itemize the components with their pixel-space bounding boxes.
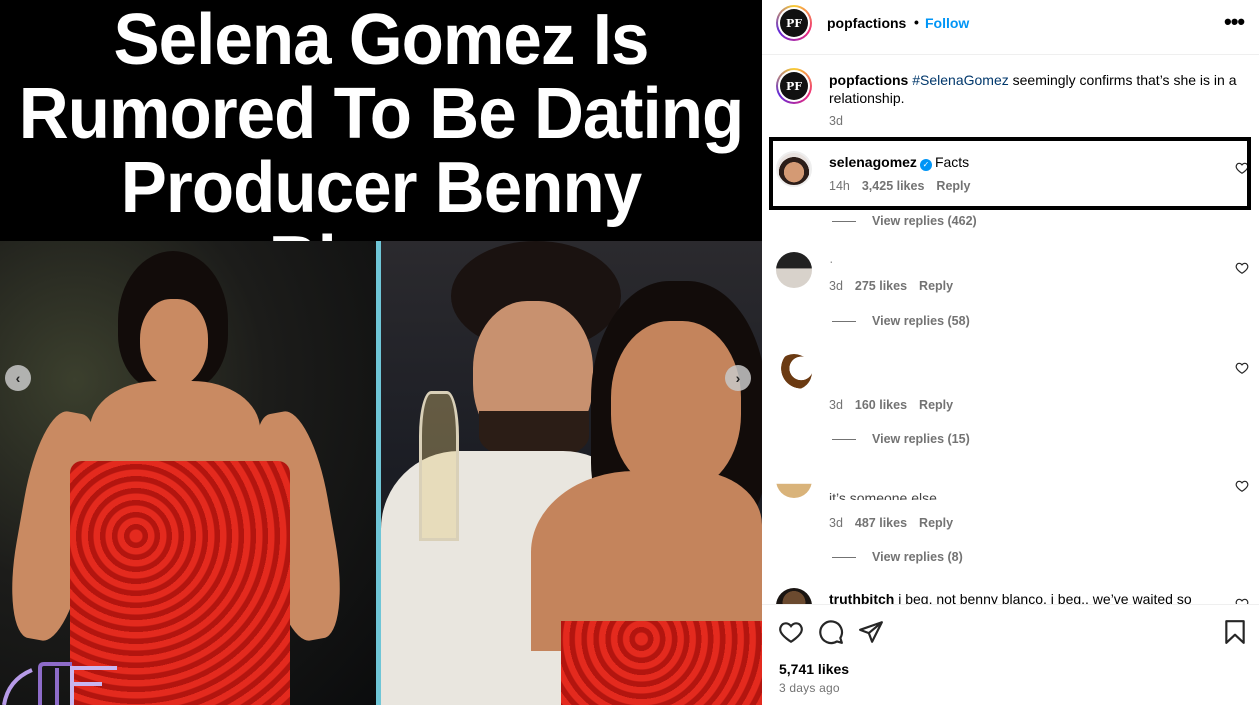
heart-icon[interactable] <box>1235 261 1249 275</box>
view-replies-button[interactable]: View replies (58) <box>832 314 970 328</box>
view-replies-label: View replies (8) <box>872 550 963 564</box>
send-icon[interactable] <box>858 619 884 645</box>
view-replies-label: View replies (15) <box>872 432 970 446</box>
post-actions: 5,741 likes 3 days ago <box>762 604 1259 705</box>
view-replies-button[interactable]: View replies (15) <box>832 432 970 446</box>
verified-badge-icon: ✓ <box>919 159 932 171</box>
comment-likes[interactable]: 160 likes <box>855 398 907 412</box>
caption-time: 3d <box>829 114 843 128</box>
heart-icon[interactable] <box>778 619 804 645</box>
comment-username[interactable]: selenagomez <box>829 154 917 170</box>
carousel-prev-button[interactable]: ‹ <box>5 365 31 391</box>
comment-time: 3d <box>829 398 843 412</box>
comment-text: Facts <box>934 154 970 170</box>
reply-button[interactable]: Reply <box>936 179 970 193</box>
post-media: Selena Gomez Is Rumored To Be Dating Pro… <box>0 0 762 705</box>
caption-username[interactable]: popfactions <box>829 72 908 88</box>
comment-time: 14h <box>829 179 850 193</box>
heart-icon[interactable] <box>1235 479 1249 493</box>
post-header: PF popfactions • Follow ••• <box>762 0 1259 55</box>
view-replies-button[interactable]: View replies (462) <box>832 214 977 228</box>
comment-text: · <box>829 253 834 269</box>
avatar[interactable]: PF <box>776 5 812 41</box>
highlight-box <box>769 137 1251 210</box>
avatar[interactable] <box>776 588 812 604</box>
pf-logo-watermark <box>2 662 117 705</box>
heart-icon[interactable] <box>1235 161 1249 175</box>
avatar[interactable] <box>776 151 812 187</box>
more-options-icon[interactable]: ••• <box>1224 9 1245 35</box>
comment-text: it’s someone else <box>829 490 937 500</box>
avatar[interactable] <box>776 354 812 390</box>
comment-likes[interactable]: 487 likes <box>855 516 907 530</box>
bookmark-icon[interactable] <box>1222 619 1248 645</box>
carousel-next-button[interactable]: › <box>725 365 751 391</box>
comment-icon[interactable] <box>818 619 844 645</box>
photo-left <box>0 241 376 705</box>
header-separator: • <box>914 14 919 30</box>
avatar[interactable] <box>776 252 812 288</box>
caption-hashtag[interactable]: #SelenaGomez <box>912 72 1009 88</box>
chevron-right-icon: › <box>735 370 741 386</box>
headline-line-2: Rumored To Be Dating <box>18 74 744 154</box>
comment-text: i beg, not benny blanco, i beg.. we’ve w… <box>898 591 1192 604</box>
reply-button[interactable]: Reply <box>919 516 953 530</box>
photo-right <box>381 241 762 705</box>
view-replies-label: View replies (462) <box>872 214 977 228</box>
comment-username[interactable]: truthbitch <box>829 591 894 604</box>
heart-icon[interactable] <box>1235 361 1249 375</box>
comment-time: 3d <box>829 516 843 530</box>
heart-icon[interactable] <box>1235 597 1249 604</box>
post-headline: Selena Gomez Is Rumored To Be Dating Pro… <box>15 0 747 299</box>
post-date: 3 days ago <box>779 681 840 695</box>
headline-line-1: Selena Gomez Is <box>113 0 650 80</box>
reply-button[interactable]: Reply <box>919 398 953 412</box>
likes-count[interactable]: 5,741 likes <box>779 661 849 677</box>
comments-panel: PF popfactions • Follow ••• PF popfactio… <box>762 0 1259 705</box>
comment-likes[interactable]: 275 likes <box>855 279 907 293</box>
view-replies-label: View replies (58) <box>872 314 970 328</box>
reply-button[interactable]: Reply <box>919 279 953 293</box>
comment-likes[interactable]: 3,425 likes <box>862 179 925 193</box>
header-username[interactable]: popfactions <box>827 15 906 31</box>
view-replies-button[interactable]: View replies (8) <box>832 550 963 564</box>
avatar[interactable] <box>776 462 812 498</box>
caption-avatar[interactable]: PF <box>776 68 812 104</box>
follow-button[interactable]: Follow <box>925 15 969 31</box>
comments-list[interactable]: PF popfactions #SelenaGomez seemingly co… <box>762 56 1259 604</box>
comment-time: 3d <box>829 279 843 293</box>
chevron-left-icon: ‹ <box>15 370 21 386</box>
